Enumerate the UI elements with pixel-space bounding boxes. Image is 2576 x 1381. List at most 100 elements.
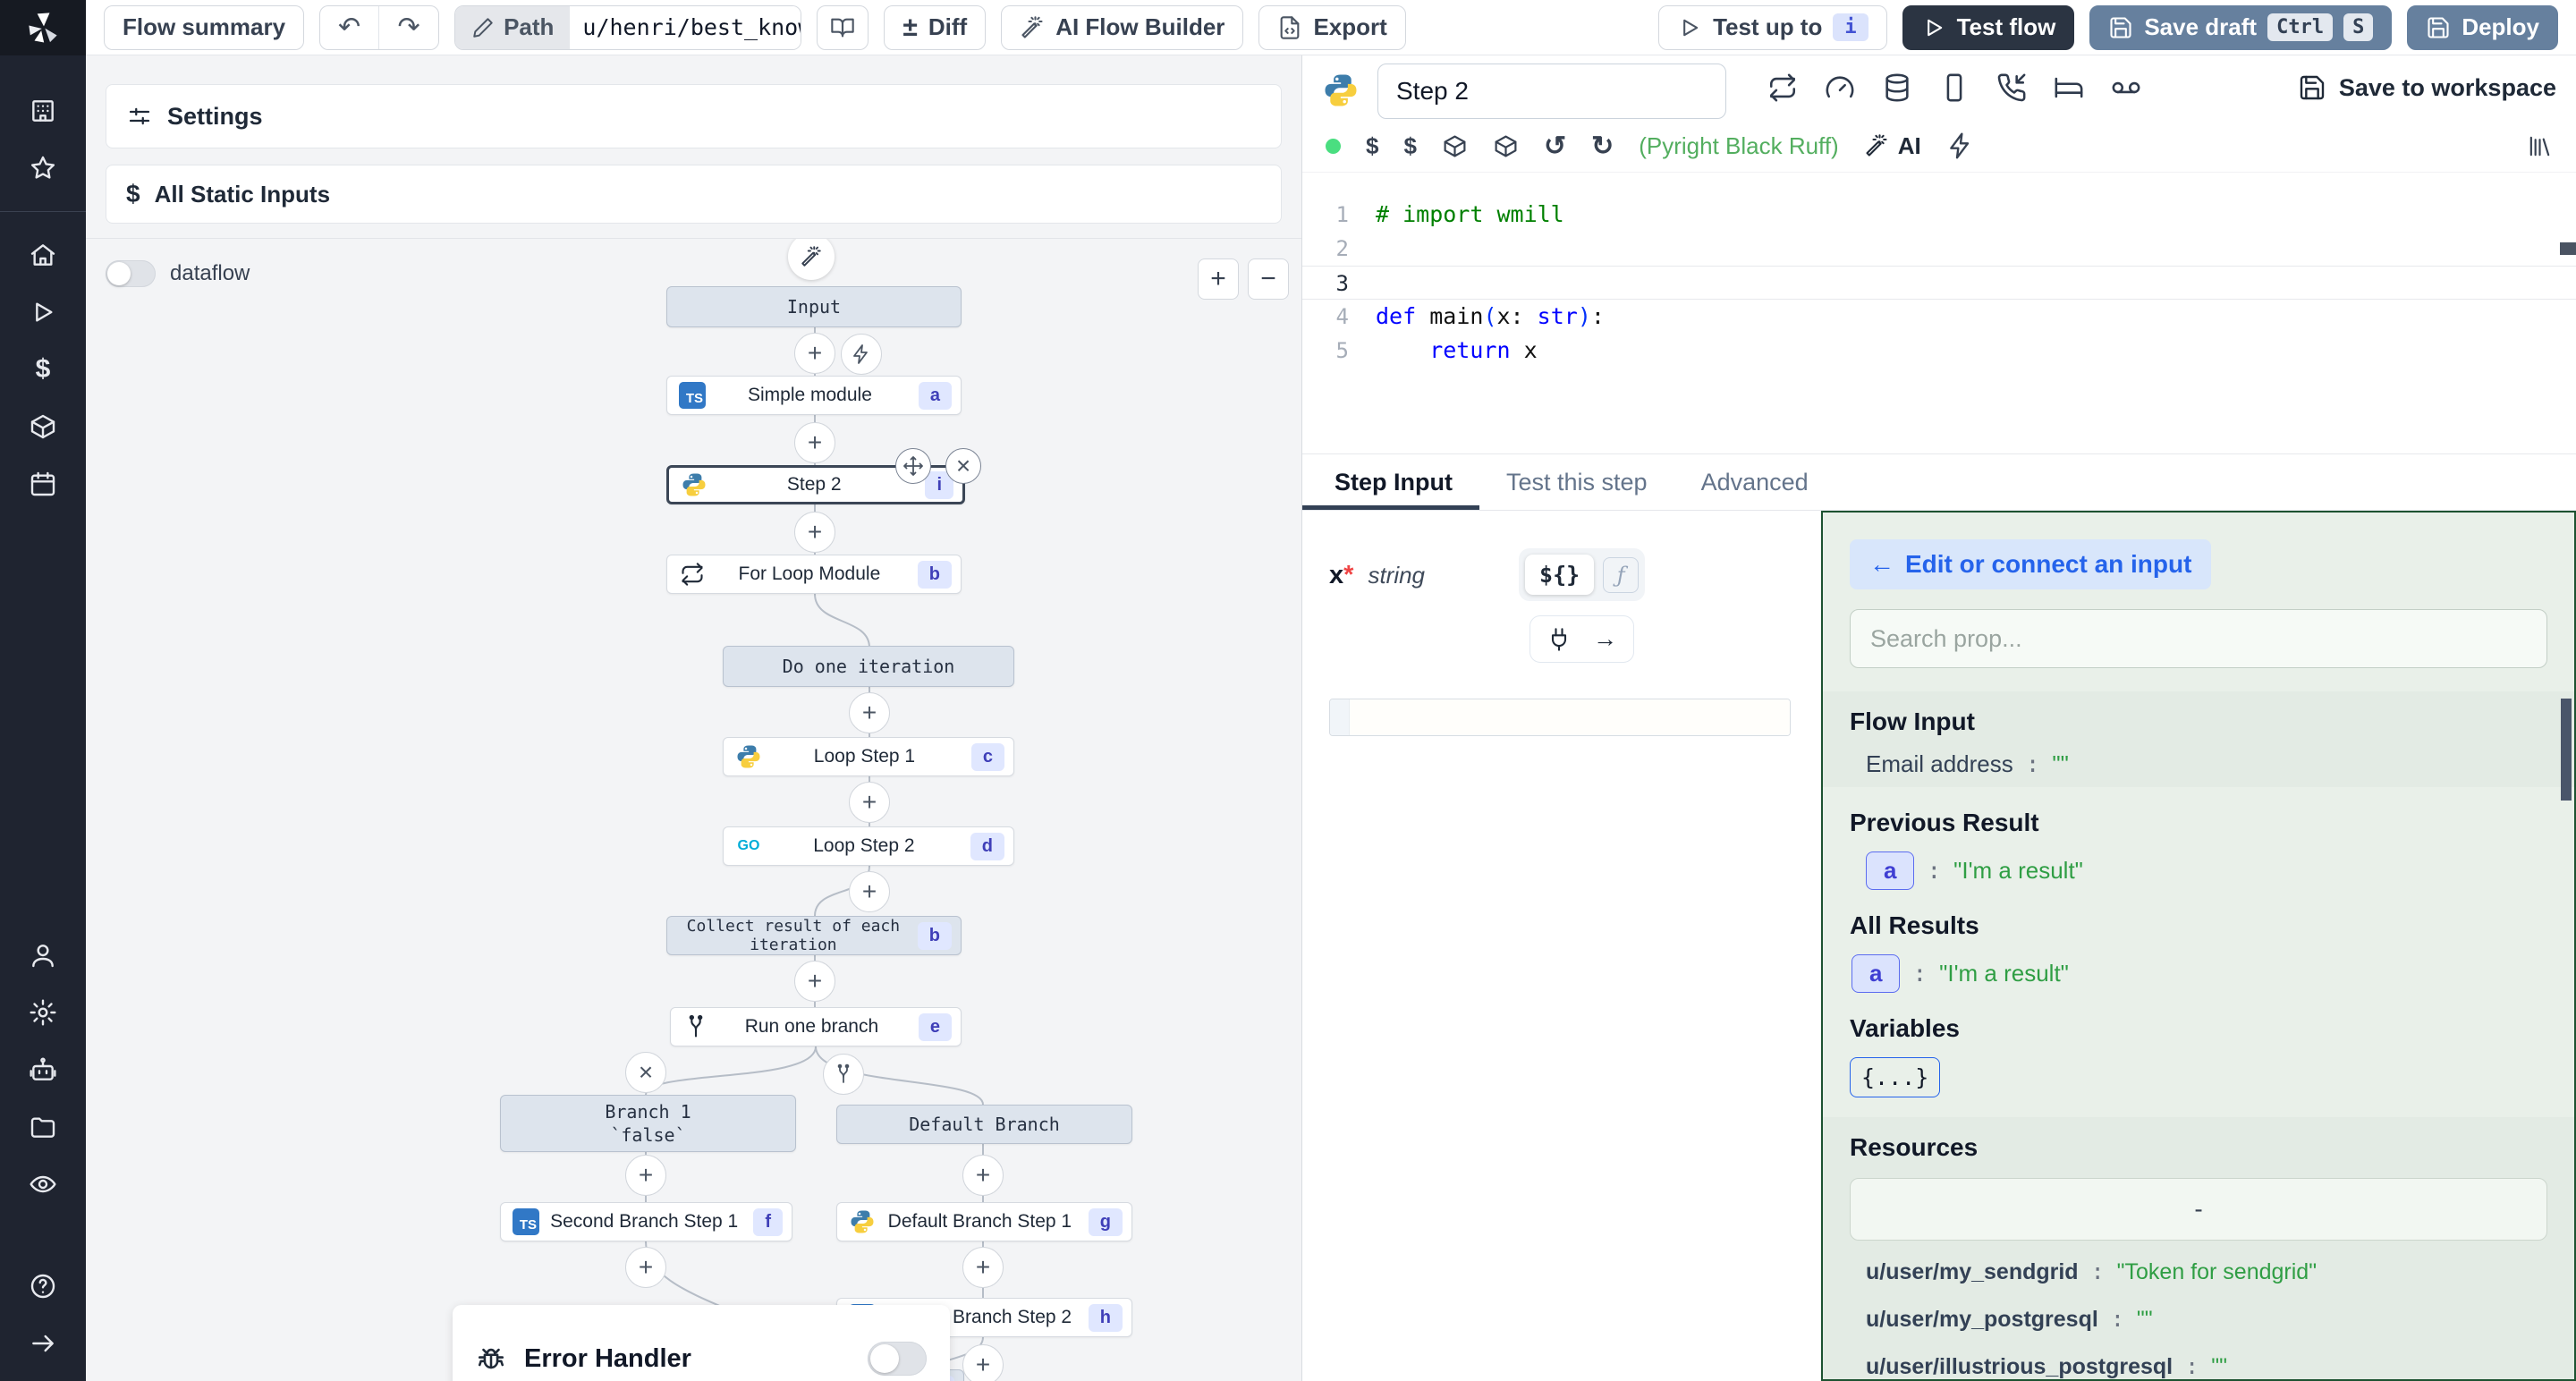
add-step-button[interactable]: + bbox=[962, 1155, 1004, 1196]
tab-advanced[interactable]: Advanced bbox=[1674, 454, 1835, 510]
add-step-button[interactable]: + bbox=[962, 1247, 1004, 1288]
edit-or-connect-chip[interactable]: ← Edit or connect an input bbox=[1850, 539, 2211, 589]
all-results-row[interactable]: a : "I'm a result" bbox=[1850, 954, 2547, 993]
flow-summary-button[interactable]: Flow summary bbox=[104, 5, 304, 50]
error-handler-toggle[interactable] bbox=[868, 1342, 927, 1376]
test-up-to-button[interactable]: Test up toi bbox=[1658, 5, 1887, 50]
delete-step-button[interactable]: × bbox=[945, 448, 981, 484]
dataflow-toggle[interactable] bbox=[106, 260, 156, 287]
workspace-icon[interactable] bbox=[0, 82, 86, 140]
diff-button[interactable]: ±Diff bbox=[884, 5, 986, 50]
add-step-button[interactable]: + bbox=[849, 692, 890, 733]
variables-dollar-icon[interactable]: $ bbox=[0, 341, 86, 398]
favorites-star-icon[interactable] bbox=[0, 140, 86, 197]
library-icon[interactable] bbox=[2527, 133, 2553, 159]
add-branch-button[interactable] bbox=[823, 1054, 864, 1095]
node-default-branch-step-1[interactable]: Default Branch Step 1 g bbox=[836, 1202, 1132, 1241]
resource-row[interactable]: u/user/illustrious_postgresql:"" bbox=[1850, 1351, 2547, 1381]
add-step-button[interactable]: + bbox=[794, 961, 835, 1002]
node-default-branch[interactable]: Default Branch bbox=[836, 1105, 1132, 1144]
variables-object-badge[interactable]: {...} bbox=[1850, 1057, 1940, 1097]
smartphone-icon[interactable] bbox=[1939, 72, 1970, 103]
code-editor[interactable]: 1# import wmill 2 3 4def main(x: str): 5… bbox=[1302, 172, 2576, 453]
users-icon[interactable] bbox=[0, 927, 86, 984]
workers-robot-icon[interactable] bbox=[0, 1041, 86, 1098]
remove-branch-button[interactable]: × bbox=[625, 1052, 666, 1093]
expand-sidebar-arrow-icon[interactable] bbox=[0, 1315, 86, 1372]
ai-flow-builder-button[interactable]: AI Flow Builder bbox=[1001, 5, 1243, 50]
windmill-logo[interactable] bbox=[0, 0, 86, 55]
deploy-button[interactable]: Deploy bbox=[2407, 5, 2558, 50]
package-icon[interactable] bbox=[1493, 133, 1519, 159]
save-to-workspace-button[interactable]: Save to workspace bbox=[2298, 73, 2556, 102]
phone-incoming-icon[interactable] bbox=[1996, 72, 2027, 103]
step-id-badge[interactable]: a bbox=[1852, 954, 1900, 993]
node-input[interactable]: Input bbox=[666, 286, 962, 327]
node-loop-step-1[interactable]: Loop Step 1 c bbox=[723, 737, 1014, 776]
add-step-button[interactable]: + bbox=[962, 1344, 1004, 1381]
step-id-badge[interactable]: a bbox=[1866, 851, 1914, 890]
panel-scrollbar-thumb[interactable] bbox=[2561, 699, 2572, 801]
path-value[interactable]: u/henri/best_knowi bbox=[570, 6, 801, 49]
node-do-one-iteration[interactable]: Do one iteration bbox=[723, 646, 1014, 687]
package-icon[interactable] bbox=[1442, 133, 1468, 159]
settings-gear-icon[interactable] bbox=[0, 984, 86, 1041]
editor-scroll-marker[interactable] bbox=[2560, 242, 2576, 255]
flow-settings-card[interactable]: Settings bbox=[106, 84, 1282, 148]
assistants-status[interactable]: (Pyright Black Ruff) bbox=[1639, 132, 1838, 160]
export-button[interactable]: Export bbox=[1258, 5, 1405, 50]
tab-step-input[interactable]: Step Input bbox=[1302, 454, 1479, 510]
all-static-inputs-card[interactable]: $ All Static Inputs bbox=[106, 165, 1282, 224]
resource-select[interactable]: - bbox=[1850, 1178, 2547, 1241]
cache-sync-icon[interactable] bbox=[1767, 72, 1798, 103]
x-value-input[interactable] bbox=[1350, 699, 1790, 735]
resource-row[interactable]: u/user/my_postgresql:"" bbox=[1850, 1304, 2547, 1335]
undo-button[interactable]: ↶ bbox=[320, 6, 379, 49]
ai-gen-button[interactable]: AI bbox=[1864, 132, 1921, 160]
reload-rotate-cw-icon[interactable]: ↻ bbox=[1591, 131, 1614, 162]
node-for-loop-module[interactable]: For Loop Module b bbox=[666, 555, 962, 594]
node-second-branch-step-1[interactable]: TS Second Branch Step 1 f bbox=[500, 1202, 792, 1241]
database-icon[interactable] bbox=[1882, 72, 1912, 103]
node-simple-module[interactable]: TS Simple module a bbox=[666, 376, 962, 415]
runs-play-icon[interactable] bbox=[0, 284, 86, 341]
concurrency-gauge-icon[interactable] bbox=[1825, 72, 1855, 103]
previous-result-row[interactable]: a : "I'm a result" bbox=[1850, 851, 2547, 890]
save-draft-button[interactable]: Save draftCtrlS bbox=[2089, 5, 2392, 50]
function-mode-button[interactable]: ƒ bbox=[1603, 557, 1639, 593]
lightning-icon[interactable] bbox=[1946, 131, 1975, 160]
help-icon[interactable] bbox=[0, 1258, 86, 1315]
add-step-button[interactable]: + bbox=[625, 1247, 666, 1288]
redo-button[interactable]: ↷ bbox=[379, 6, 438, 49]
voicemail-icon[interactable] bbox=[2111, 72, 2141, 103]
resource-row[interactable]: u/user/my_sendgrid:"Token for sendgrid" bbox=[1850, 1257, 2547, 1288]
folders-icon[interactable] bbox=[0, 1098, 86, 1156]
schedules-calendar-icon[interactable] bbox=[0, 455, 86, 513]
add-step-button[interactable]: + bbox=[794, 422, 835, 463]
move-step-button[interactable] bbox=[895, 448, 931, 484]
sleep-bed-icon[interactable] bbox=[2054, 72, 2084, 103]
node-collect-result[interactable]: Collect result of each iteration b bbox=[666, 916, 962, 955]
variable-picker-icon[interactable]: $ bbox=[1366, 132, 1378, 160]
add-step-button[interactable]: + bbox=[794, 512, 835, 553]
node-branch-1[interactable]: Branch 1 `false` bbox=[500, 1095, 796, 1152]
reset-rotate-ccw-icon[interactable]: ↺ bbox=[1544, 131, 1566, 162]
path-edit-button[interactable]: Path bbox=[455, 6, 570, 49]
resources-cube-icon[interactable] bbox=[0, 398, 86, 455]
plug-icon[interactable] bbox=[1546, 627, 1572, 652]
arrow-right-icon[interactable]: → bbox=[1593, 625, 1617, 653]
node-loop-step-2[interactable]: GO Loop Step 2 d bbox=[723, 826, 1014, 866]
flow-input-row[interactable]: Email address : "" bbox=[1850, 750, 2547, 778]
expr-mode-button[interactable]: ${} bbox=[1525, 555, 1594, 595]
add-trigger-button[interactable] bbox=[841, 334, 882, 375]
resource-picker-icon[interactable]: $ bbox=[1403, 132, 1416, 160]
add-step-button[interactable]: + bbox=[849, 782, 890, 823]
home-icon[interactable] bbox=[0, 226, 86, 284]
open-docs-button[interactable] bbox=[817, 5, 869, 50]
add-step-button[interactable]: + bbox=[794, 333, 835, 374]
tab-test-this-step[interactable]: Test this step bbox=[1479, 454, 1674, 510]
audit-eye-icon[interactable] bbox=[0, 1156, 86, 1213]
add-step-button[interactable]: + bbox=[849, 871, 890, 912]
search-prop-input[interactable] bbox=[1850, 609, 2547, 668]
zoom-out-button[interactable]: − bbox=[1248, 258, 1289, 300]
